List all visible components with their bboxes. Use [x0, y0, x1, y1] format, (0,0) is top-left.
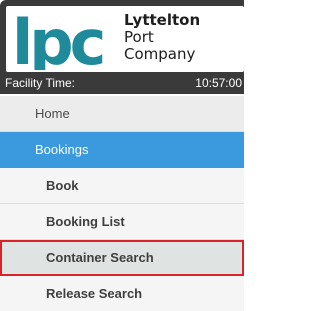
facility-time-bar: Facility Time: 10:57:00 [0, 73, 244, 94]
company-name: Lyttelton Port Company [124, 12, 244, 63]
facility-time-label: Facility Time: [5, 76, 76, 90]
company-name-line1: Lyttelton [124, 11, 201, 29]
company-name-line2: Port [124, 28, 154, 46]
nav-item-bookings[interactable]: Bookings [0, 132, 244, 168]
sidebar-nav: Home Bookings Book Booking List Containe… [0, 96, 244, 311]
logo[interactable]: lpc Lyttelton Port Company [6, 6, 244, 72]
app-frame: lpc Lyttelton Port Company Facility Time… [0, 0, 244, 311]
nav-item-booking-list[interactable]: Booking List [0, 204, 244, 240]
logo-letters: lpc [12, 8, 103, 70]
nav-item-release-search[interactable]: Release Search [0, 276, 244, 311]
nav-item-book[interactable]: Book [0, 168, 244, 204]
lpc-logo-mark: lpc [12, 8, 107, 70]
facility-time-value: 10:57:00 [195, 76, 242, 90]
company-name-line3: Company [124, 45, 196, 63]
header: lpc Lyttelton Port Company Facility Time… [0, 0, 244, 94]
nav-item-container-search[interactable]: Container Search [0, 240, 244, 276]
nav-item-home[interactable]: Home [0, 96, 244, 132]
